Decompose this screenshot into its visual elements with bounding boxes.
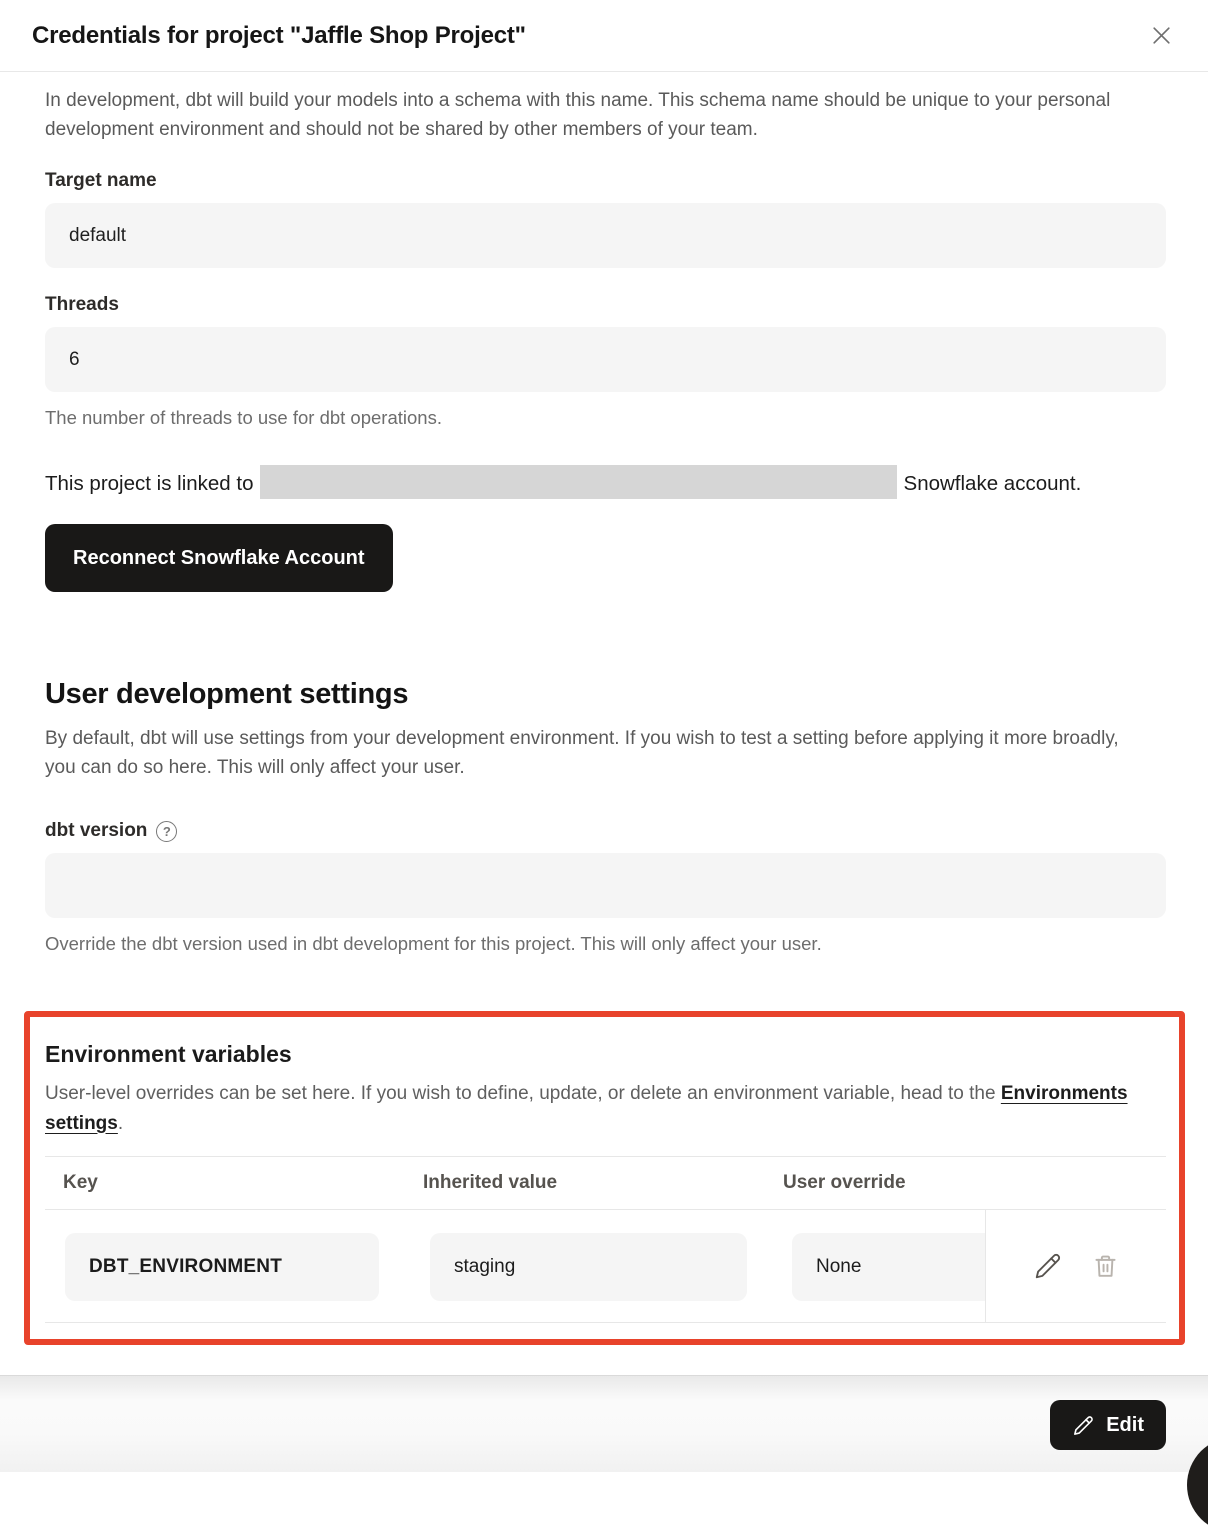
environment-variables-heading: Environment variables [45, 1041, 1166, 1068]
modal-footer: Edit [0, 1375, 1208, 1472]
env-description-after-link: . [118, 1113, 123, 1134]
threads-label: Threads [45, 294, 1166, 316]
modal-header: Credentials for project "Jaffle Shop Pro… [0, 0, 1208, 72]
env-var-key-value: DBT_ENVIRONMENT [65, 1233, 379, 1301]
linked-account-text: This project is linked to Snowflake accou… [45, 465, 1120, 502]
user-dev-settings-description: By default, dbt will use settings from y… [45, 724, 1120, 782]
reconnect-snowflake-button[interactable]: Reconnect Snowflake Account [45, 524, 393, 592]
modal-title: Credentials for project "Jaffle Shop Pro… [32, 22, 526, 50]
threads-help-text: The number of threads to use for dbt ope… [45, 407, 1166, 429]
dbt-version-label: dbt version [45, 820, 147, 842]
env-var-inherited-value: staging [430, 1233, 747, 1301]
column-header-inherited-value: Inherited value [405, 1172, 765, 1194]
environment-variables-table: Key Inherited value User override DBT_EN… [45, 1156, 1166, 1323]
threads-input[interactable] [45, 327, 1166, 392]
linked-account-prefix: This project is linked to [45, 472, 254, 495]
help-icon[interactable]: ? [156, 821, 177, 842]
env-var-user-override-value: None [792, 1233, 985, 1301]
environment-variables-highlight-box: Environment variables User-level overrid… [24, 1011, 1185, 1345]
edit-variable-button[interactable] [1033, 1251, 1063, 1281]
table-row: DBT_ENVIRONMENT staging None [45, 1209, 1166, 1323]
schema-description-text: In development, dbt will build your mode… [45, 86, 1166, 144]
chat-bubble-fab[interactable] [1187, 1437, 1208, 1533]
user-dev-settings-heading: User development settings [45, 678, 1166, 711]
edit-button-label: Edit [1106, 1414, 1144, 1437]
edit-pencil-icon [1072, 1414, 1095, 1437]
row-actions-cell [985, 1210, 1166, 1322]
modal-body: In development, dbt will build your mode… [0, 86, 1208, 1345]
close-icon [1148, 22, 1175, 49]
trash-icon [1091, 1252, 1120, 1281]
target-name-label: Target name [45, 170, 1166, 192]
redacted-account-name [260, 465, 897, 499]
dbt-version-help-text: Override the dbt version used in dbt dev… [45, 933, 1166, 955]
env-description-before-link: User-level overrides can be set here. If… [45, 1083, 1001, 1104]
close-button[interactable] [1144, 19, 1178, 53]
table-header-row: Key Inherited value User override [45, 1157, 1166, 1209]
linked-account-suffix: Snowflake account. [904, 472, 1082, 495]
column-header-user-override: User override [765, 1172, 985, 1194]
dbt-version-input[interactable] [45, 853, 1166, 918]
delete-variable-button[interactable] [1091, 1252, 1120, 1281]
pencil-icon [1033, 1251, 1063, 1281]
edit-button[interactable]: Edit [1050, 1400, 1166, 1450]
target-name-input[interactable] [45, 203, 1166, 268]
reconnect-button-label: Reconnect Snowflake Account [73, 547, 365, 570]
column-header-key: Key [45, 1172, 405, 1194]
environment-variables-description: User-level overrides can be set here. If… [45, 1079, 1160, 1138]
